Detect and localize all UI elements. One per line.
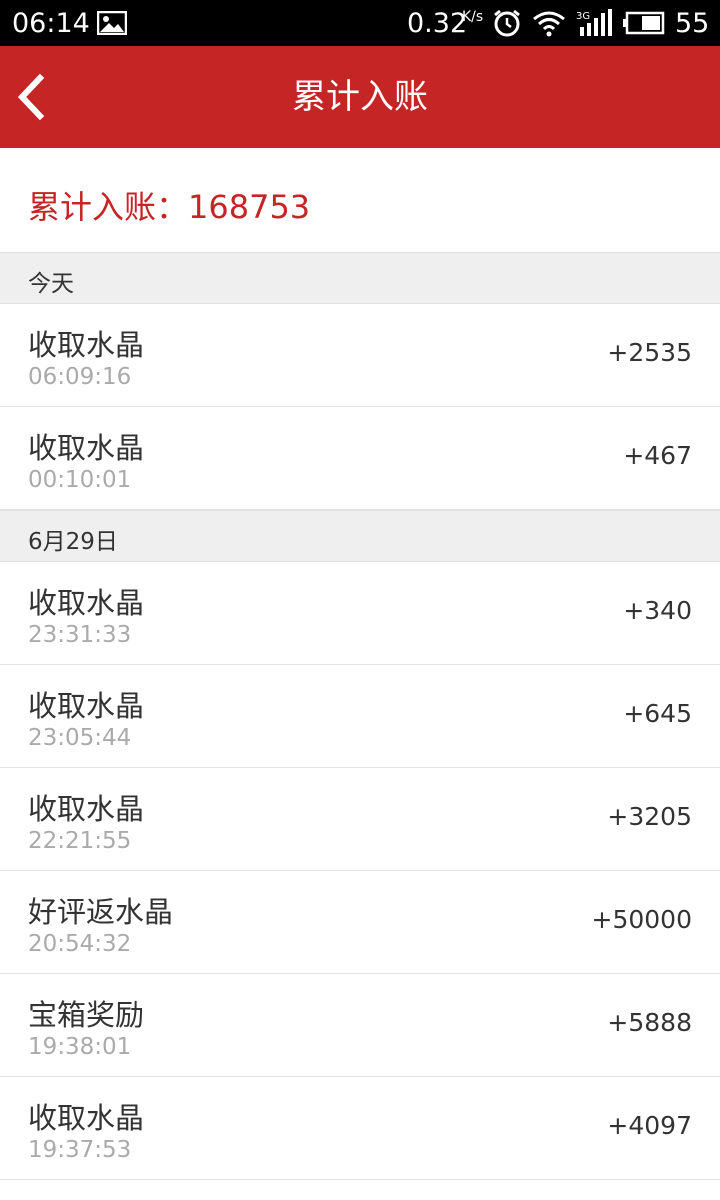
- list-item[interactable]: 宝箱奖励 19:38:01 +5888: [0, 974, 720, 1077]
- list-item[interactable]: 收取水晶 22:21:55 +3205: [0, 768, 720, 871]
- battery-icon: [623, 11, 665, 35]
- item-time: 19:37:53: [28, 1137, 132, 1163]
- list-item[interactable]: 好评返水晶 20:54:32 +50000: [0, 871, 720, 974]
- signal-type-label: 3G: [576, 11, 590, 22]
- alarm-icon: [494, 9, 520, 37]
- status-time: 06:14: [12, 8, 90, 39]
- item-title: 收取水晶: [28, 586, 145, 620]
- battery-level: 55: [675, 8, 710, 39]
- page-title: 累计入账: [292, 77, 428, 117]
- section-label: 今天: [28, 271, 74, 297]
- item-title: 宝箱奖励: [28, 998, 145, 1032]
- item-title: 收取水晶: [28, 689, 145, 723]
- item-amount: +50000: [591, 905, 692, 934]
- item-time: 06:09:16: [28, 364, 132, 390]
- item-title: 收取水晶: [28, 431, 145, 465]
- section-header-date: 6月29日: [0, 510, 720, 562]
- item-time: 20:54:32: [28, 931, 132, 957]
- net-speed: 0.32: [407, 8, 468, 39]
- item-time: 00:10:01: [28, 467, 132, 493]
- list-item[interactable]: 收取水晶 00:10:01 +467: [0, 407, 720, 510]
- item-amount: +645: [623, 699, 692, 728]
- item-time: 22:21:55: [28, 828, 132, 854]
- total-amount: 累计入账：168753: [28, 188, 311, 226]
- wifi-icon: [533, 11, 565, 37]
- section-header-today: 今天: [0, 252, 720, 304]
- item-title: 收取水晶: [28, 1101, 145, 1135]
- item-amount: +2535: [607, 338, 692, 367]
- image-notification-icon: [97, 11, 127, 35]
- item-title: 好评返水晶: [28, 895, 174, 929]
- list-item[interactable]: 收取水晶 23:05:44 +645: [0, 665, 720, 768]
- item-amount: +4097: [607, 1111, 692, 1140]
- back-arrow-icon[interactable]: [10, 70, 60, 124]
- item-time: 19:38:01: [28, 1034, 132, 1060]
- list-item[interactable]: 收取水晶 19:37:53 +4097: [0, 1077, 720, 1180]
- item-title: 收取水晶: [28, 328, 145, 362]
- item-amount: +3205: [607, 802, 692, 831]
- total-summary: 累计入账：168753: [0, 148, 720, 252]
- section-label: 6月29日: [28, 529, 118, 555]
- app-header: 累计入账: [0, 46, 720, 148]
- net-speed-unit: K/s: [462, 9, 484, 25]
- item-time: 23:05:44: [28, 725, 132, 751]
- item-amount: +467: [623, 441, 692, 470]
- list-item[interactable]: 收取水晶 06:09:16 +2535: [0, 304, 720, 407]
- item-amount: +340: [623, 596, 692, 625]
- item-title: 收取水晶: [28, 792, 145, 826]
- list-item[interactable]: 收取水晶 23:31:33 +340: [0, 562, 720, 665]
- signal-icon: 3G: [576, 9, 612, 36]
- status-bar: 06:14 0.32 K/s 3G 55: [0, 0, 720, 46]
- item-time: 23:31:33: [28, 622, 132, 648]
- item-amount: +5888: [607, 1008, 692, 1037]
